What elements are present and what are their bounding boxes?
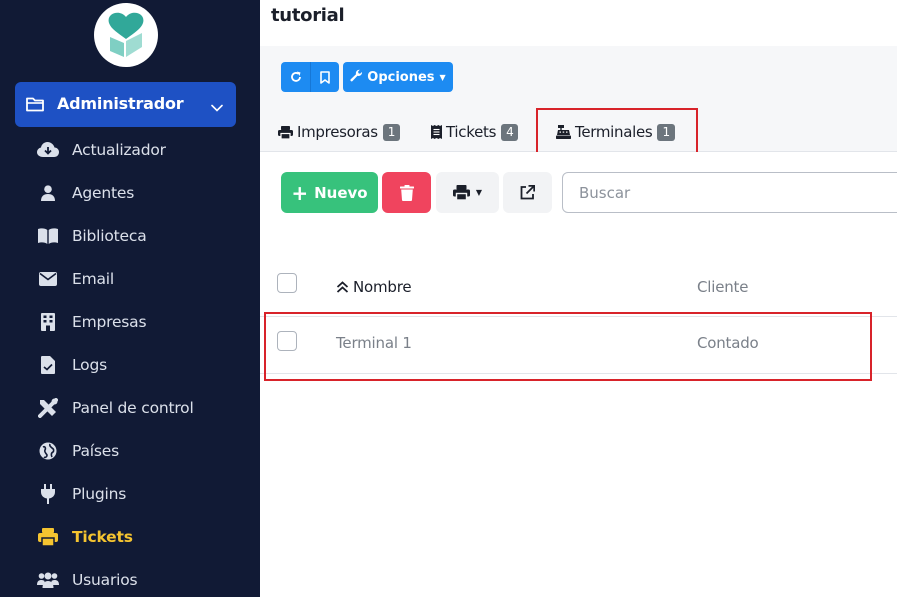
highlight-box-row [264, 312, 872, 381]
sidebar-item-label: Logs [72, 356, 107, 374]
print-icon [278, 125, 293, 139]
chevron-down-icon [211, 97, 223, 116]
sidebar-item-panel-de-control[interactable]: Panel de control [37, 395, 247, 421]
sidebar-item-paises[interactable]: Países [37, 438, 247, 464]
cloud-download-icon [37, 140, 59, 160]
refresh-button[interactable] [281, 62, 310, 92]
sidebar-item-label: Biblioteca [72, 227, 147, 245]
bookmark-button[interactable] [310, 62, 339, 92]
sidebar-item-label: Usuarios [72, 571, 138, 589]
users-icon [37, 570, 59, 590]
options-label: Opciones [367, 69, 435, 85]
sidebar-item-usuarios[interactable]: Usuarios [37, 567, 247, 593]
search-input[interactable] [562, 172, 897, 213]
envelope-icon [37, 269, 59, 289]
select-all-checkbox[interactable] [277, 273, 297, 293]
receipt-icon [431, 125, 442, 139]
sidebar-item-label: Panel de control [72, 399, 194, 417]
sidebar-item-label: Agentes [72, 184, 135, 202]
wrench-icon [350, 69, 363, 86]
sidebar-item-biblioteca[interactable]: Biblioteca [37, 223, 247, 249]
sidebar-item-tickets[interactable]: Tickets [37, 524, 247, 550]
sidebar-item-label: Plugins [72, 485, 127, 503]
export-button[interactable] [503, 172, 552, 213]
plug-icon [37, 484, 59, 504]
delete-button[interactable] [382, 172, 431, 213]
sidebar-section-administrador[interactable]: Administrador [15, 82, 236, 127]
globe-icon [37, 441, 59, 461]
print-icon [37, 527, 59, 547]
sidebar: Administrador Actualizador Agentes Bibli… [0, 0, 260, 597]
logo-icon [108, 12, 144, 57]
file-icon [37, 355, 59, 375]
toolbar-button-group [281, 62, 339, 92]
sidebar-item-logs[interactable]: Logs [37, 352, 247, 378]
sidebar-item-empresas[interactable]: Empresas [37, 309, 247, 335]
sidebar-item-email[interactable]: Email [37, 266, 247, 292]
print-icon [452, 185, 470, 200]
column-header-nombre[interactable]: Nombre [336, 278, 412, 296]
new-button-label: Nuevo [314, 183, 368, 202]
tab-count-badge: 1 [382, 123, 401, 141]
tools-icon [37, 398, 59, 418]
tab-count-badge: 4 [501, 123, 519, 141]
sidebar-section-label: Administrador [57, 94, 184, 113]
sidebar-item-label: Empresas [72, 313, 147, 331]
building-icon [37, 312, 59, 332]
plus-icon: + [291, 180, 309, 205]
bookmark-icon [320, 70, 330, 84]
tab-impresoras[interactable]: Impresoras 1 [278, 120, 401, 144]
user-icon [37, 183, 59, 203]
tab-label: Impresoras [297, 123, 378, 141]
sidebar-item-plugins[interactable]: Plugins [37, 481, 247, 507]
tab-tickets[interactable]: Tickets 4 [431, 120, 519, 144]
app-logo[interactable] [94, 3, 158, 67]
page-title: tutorial [271, 5, 345, 26]
caret-down-icon: ▼ [439, 72, 446, 82]
options-dropdown-button[interactable]: Opciones ▼ [343, 62, 453, 92]
new-button[interactable]: + Nuevo [281, 172, 378, 213]
book-icon [37, 226, 59, 246]
sidebar-item-label: Email [72, 270, 115, 288]
tab-label: Tickets [446, 123, 497, 141]
sort-ascending-icon [336, 281, 349, 293]
folder-icon [26, 96, 44, 116]
external-link-icon [520, 185, 535, 200]
print-dropdown-button[interactable]: ▼ [436, 172, 499, 213]
refresh-icon [290, 71, 301, 82]
sidebar-item-actualizador[interactable]: Actualizador [37, 137, 247, 163]
sidebar-item-label: Actualizador [72, 141, 166, 159]
sidebar-item-agentes[interactable]: Agentes [37, 180, 247, 206]
sidebar-item-label: Países [72, 442, 119, 460]
column-header-cliente[interactable]: Cliente [697, 278, 748, 296]
column-header-label: Nombre [353, 278, 412, 296]
sidebar-item-label: Tickets [72, 528, 133, 546]
trash-icon [399, 184, 414, 201]
caret-down-icon: ▼ [475, 188, 483, 197]
